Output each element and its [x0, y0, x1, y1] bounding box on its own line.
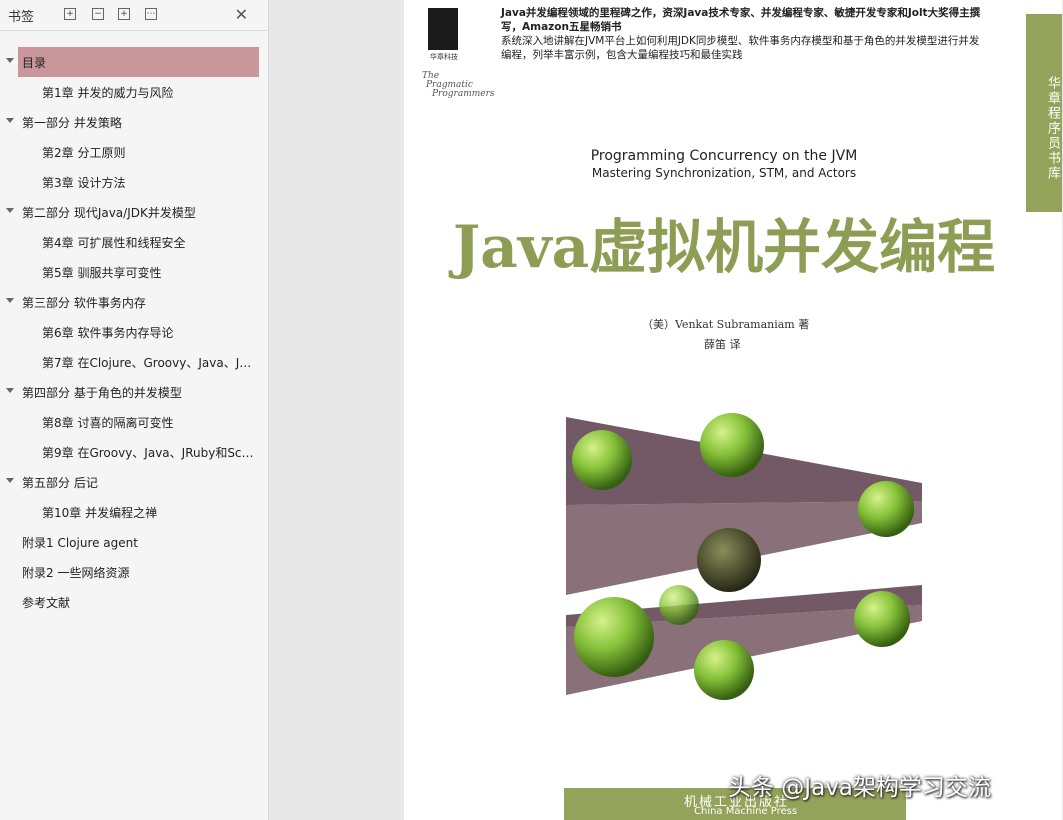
bookmark-label: 第四部分 基于角色的并发模型 [22, 385, 182, 400]
bookmark-label: 第5章 驯服共享可变性 [42, 265, 162, 280]
expand-caret-icon[interactable] [6, 298, 14, 303]
collapse-all-icon[interactable]: − [92, 8, 104, 20]
bookmark-item[interactable]: 第1章 并发的威力与风险 [0, 77, 268, 107]
chinese-title: Java虚拟机并发编程 [452, 213, 996, 281]
english-title: Programming Concurrency on the JVM [590, 148, 858, 164]
bookmark-label: 第9章 在Groovy、Java、JRuby和Sca... [42, 445, 257, 460]
bookmark-label: 附录1 Clojure agent [22, 535, 138, 550]
add-bookmark-icon[interactable]: + [118, 8, 130, 20]
bookmark-label: 目录 [22, 55, 47, 70]
bookmark-label: 第3章 设计方法 [42, 175, 126, 190]
expand-all-icon[interactable]: + [64, 8, 76, 20]
expand-caret-icon[interactable] [6, 118, 14, 123]
bookmark-item[interactable]: 第6章 软件事务内存导论 [0, 317, 268, 347]
bookmark-item[interactable]: 目录 [6, 47, 259, 77]
bookmark-item[interactable]: 附录2 一些网络资源 [0, 557, 268, 587]
bookmark-label: 附录2 一些网络资源 [22, 565, 130, 580]
bookmark-label: 第2章 分工原则 [42, 145, 126, 160]
expand-caret-icon[interactable] [6, 208, 14, 213]
bookmark-item[interactable]: 第5章 驯服共享可变性 [0, 257, 268, 287]
bookmark-item[interactable]: 第8章 讨喜的隔离可变性 [0, 407, 268, 437]
bookmark-label: 第一部分 并发策略 [22, 115, 122, 130]
bookmark-label: 参考文献 [22, 595, 71, 610]
bookmark-item[interactable]: 第一部分 并发策略 [0, 107, 268, 137]
bookmark-label: 第8章 讨喜的隔离可变性 [42, 415, 174, 430]
bookmark-item[interactable]: 第4章 可扩展性和线程安全 [0, 227, 268, 257]
series-label: 华章程序员书库 [1026, 14, 1062, 212]
close-icon[interactable]: ✕ [235, 5, 248, 24]
bookmark-item[interactable]: 第五部分 后记 [0, 467, 268, 497]
bookmark-label: 第10章 并发编程之禅 [42, 505, 158, 520]
bookmark-item[interactable]: 附录1 Clojure agent [0, 527, 268, 557]
blurb-headline: Java并发编程领域的里程碑之作，资深Java技术专家、并发编程专家、敏捷开发专… [501, 7, 981, 33]
bookmark-item[interactable]: 第二部分 现代Java/JDK并发模型 [0, 197, 268, 227]
bookmark-label: 第二部分 现代Java/JDK并发模型 [22, 205, 196, 220]
bookmark-item[interactable]: 第7章 在Clojure、Groovy、Java、JR... [0, 347, 268, 377]
watermark: 头条 @Java架构学习交流 [728, 775, 991, 801]
bookmark-panel-title: 书签 [8, 9, 35, 25]
cover-blurb: Java并发编程领域的里程碑之作，资深Java技术专家、并发编程专家、敏捷开发专… [501, 6, 981, 62]
blurb-text: 系统深入地讲解在JVM平台上如何利用JDK同步模型、软件事务内存模型和基于角色的… [501, 35, 980, 61]
bookmark-tree: 目录第1章 并发的威力与风险第一部分 并发策略第2章 分工原则 第3章 设计方法第… [0, 47, 268, 617]
bookmark-label: 第五部分 后记 [22, 475, 98, 490]
bookmark-item[interactable]: 参考文献 [0, 587, 268, 617]
publisher-name-en: China Machine Press [694, 806, 798, 817]
bookmark-label: 第三部分 软件事务内存 [22, 295, 146, 310]
hz-books-logo [428, 8, 458, 50]
bookmark-panel-header: 书签 + − + ⋯ ✕ [0, 0, 268, 31]
expand-caret-icon[interactable] [6, 388, 14, 393]
bookmark-item[interactable]: 第2章 分工原则 [0, 137, 268, 167]
expand-caret-icon[interactable] [6, 478, 14, 483]
expand-caret-icon[interactable] [6, 58, 14, 63]
hz-logo-caption: 华章科技 [430, 53, 458, 61]
bookmark-item[interactable]: 第四部分 基于角色的并发模型 [0, 377, 268, 407]
bookmark-label: 第6章 软件事务内存导论 [42, 325, 174, 340]
pragmatic-programmers-logo: The Pragmatic Programmers [422, 71, 495, 99]
english-subtitle: Mastering Synchronization, STM, and Acto… [591, 166, 857, 180]
bookmark-label: 第1章 并发的威力与风险 [42, 85, 174, 100]
bookmark-label: 第7章 在Clojure、Groovy、Java、JR... [42, 355, 257, 370]
bookmark-panel: 书签 + − + ⋯ ✕ 目录第1章 并发的威力与风险第一部分 并发策略第2章 … [0, 0, 269, 820]
author: （美）Venkat Subramaniam 著 [642, 318, 810, 331]
pdf-page: 华章科技 The Pragmatic Programmers Java并发编程领… [404, 0, 1062, 820]
bookmark-item[interactable]: 第三部分 软件事务内存 [0, 287, 268, 317]
bookmark-item[interactable]: 第10章 并发编程之禅 [0, 497, 268, 527]
bookmark-label: 第4章 可扩展性和线程安全 [42, 235, 186, 250]
bookmark-options-icon[interactable]: ⋯ [145, 8, 157, 20]
translator: 薛笛 译 [704, 338, 741, 351]
bookmark-item[interactable]: 第9章 在Groovy、Java、JRuby和Sca... [0, 437, 268, 467]
cover-illustration [566, 413, 922, 700]
bookmark-item[interactable]: 第3章 设计方法 [0, 167, 268, 197]
